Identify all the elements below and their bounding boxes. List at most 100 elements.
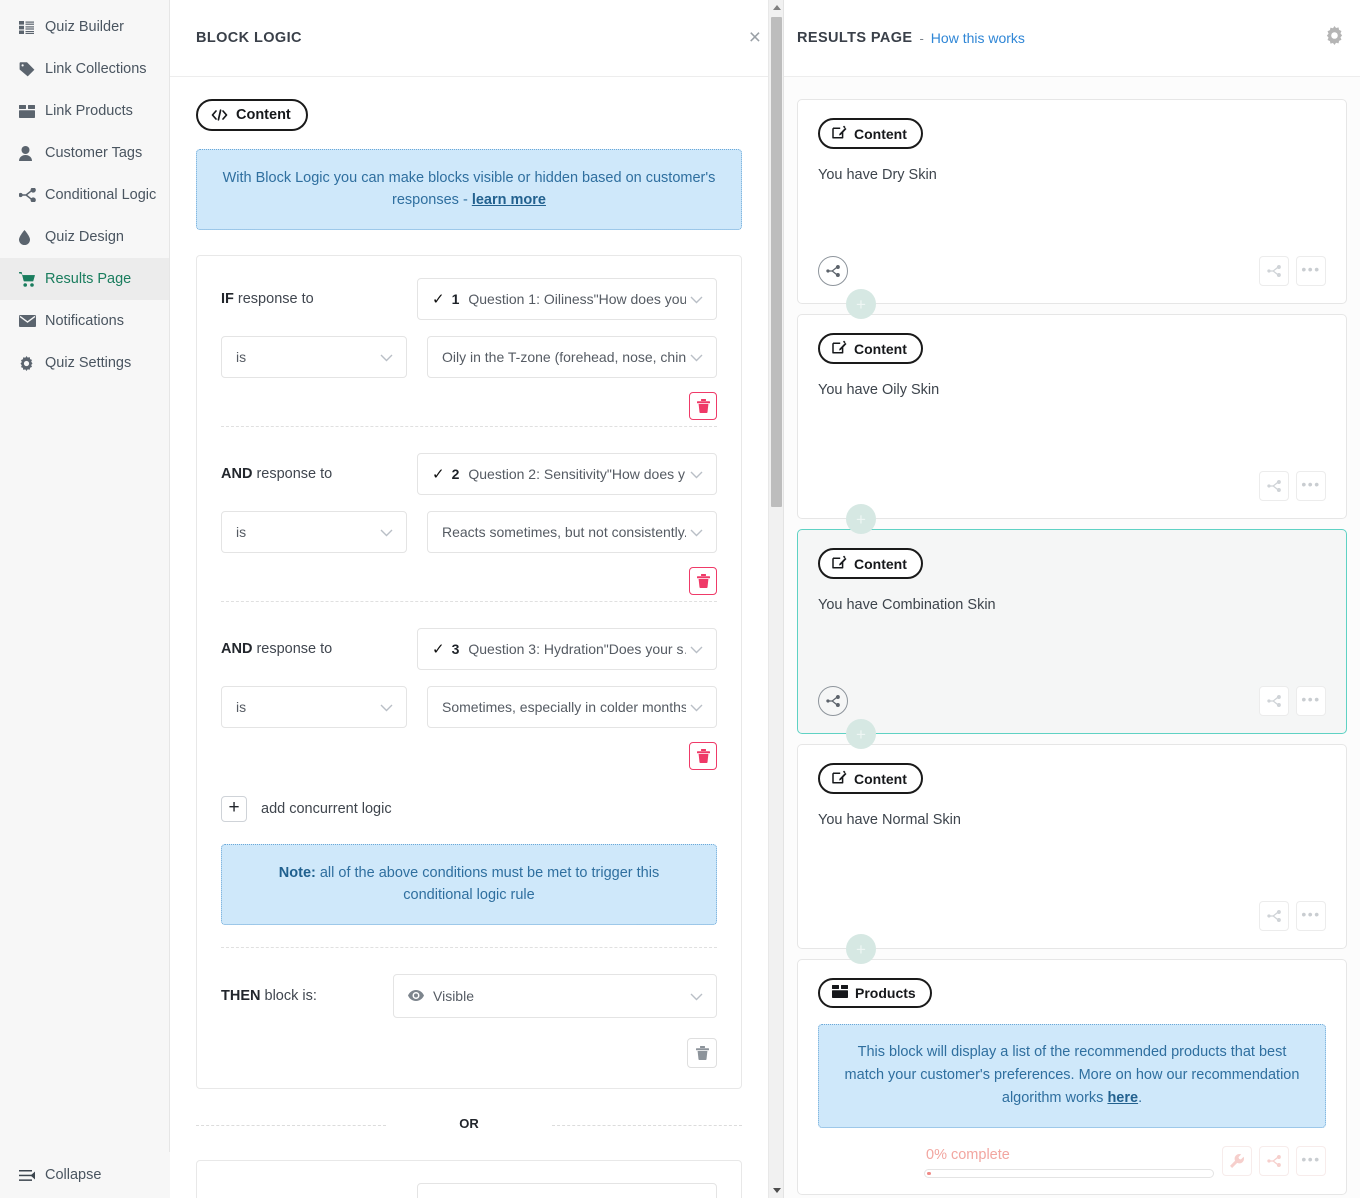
results-block-card[interactable]: Content You have Dry Skin ••• bbox=[797, 99, 1347, 304]
answer-select[interactable]: Reacts sometimes, but not consistently. … bbox=[427, 510, 717, 553]
block-type-pill[interactable]: Content bbox=[818, 333, 923, 364]
condition-keyword-suffix: response to bbox=[233, 290, 314, 307]
results-block-card[interactable]: Content You have Oily Skin ••• bbox=[797, 314, 1347, 519]
scroll-down-button[interactable] bbox=[769, 1183, 784, 1198]
add-block-button[interactable]: + bbox=[846, 504, 876, 534]
results-page-header: RESULTS PAGE - How this works bbox=[784, 0, 1360, 77]
title-dash: - bbox=[919, 30, 924, 46]
gear-icon[interactable] bbox=[1325, 26, 1344, 50]
page-title: RESULTS PAGE bbox=[797, 30, 913, 46]
add-concurrent-logic[interactable]: + add concurrent logic bbox=[221, 795, 717, 822]
block-type-pill[interactable]: Content bbox=[818, 763, 923, 794]
block-logic-button[interactable] bbox=[1259, 256, 1289, 286]
results-blocks-list: Content You have Dry Skin ••• + Content … bbox=[784, 77, 1360, 1195]
add-block-button[interactable]: + bbox=[846, 289, 876, 319]
sidebar-nav: Quiz Builder Link Collections Link Produ… bbox=[0, 0, 169, 384]
block-logic-info-text: With Block Logic you can make blocks vis… bbox=[222, 170, 716, 209]
more-icon: ••• bbox=[1301, 476, 1321, 492]
answer-select[interactable]: Oily in the T-zone (forehead, nose, chin… bbox=[427, 335, 717, 378]
question-select[interactable]: ✓ 2 Question 2: Sensitivity"How does y… bbox=[417, 452, 717, 495]
block-logic-button[interactable] bbox=[1259, 901, 1289, 931]
chevron-down-icon bbox=[690, 524, 706, 540]
or-separator: OR bbox=[196, 1115, 742, 1135]
scrollbar-thumb[interactable] bbox=[771, 17, 782, 507]
how-this-works-link[interactable]: How this works bbox=[931, 30, 1025, 46]
logic-note: Note: all of the above conditions must b… bbox=[221, 843, 717, 925]
chevron-down-icon bbox=[380, 699, 396, 715]
plus-icon[interactable]: + bbox=[221, 795, 247, 822]
add-block-button[interactable]: + bbox=[846, 934, 876, 964]
condition-keyword-suffix: response to bbox=[252, 465, 333, 482]
add-block-button[interactable]: + bbox=[846, 719, 876, 749]
delete-condition-button[interactable] bbox=[689, 391, 717, 420]
collapse-button[interactable]: Collapse bbox=[0, 1152, 170, 1198]
visibility-select[interactable]: Visible bbox=[393, 973, 717, 1018]
then-keyword-word: THEN bbox=[221, 987, 261, 1004]
delete-condition-button[interactable] bbox=[689, 741, 717, 770]
products-logic-button[interactable] bbox=[1259, 1145, 1289, 1176]
operator-select[interactable]: is bbox=[221, 510, 407, 553]
operator-select[interactable]: is bbox=[221, 335, 407, 378]
question-number: 3 bbox=[451, 640, 460, 657]
sidebar-item-label: Quiz Design bbox=[45, 229, 124, 245]
block-logic-badge-icon[interactable] bbox=[818, 686, 848, 716]
block-type-pill[interactable]: Content bbox=[818, 548, 923, 579]
sidebar-item-conditional-logic[interactable]: Conditional Logic bbox=[0, 174, 169, 216]
sidebar-item-customer-tags[interactable]: Customer Tags bbox=[0, 132, 169, 174]
sidebar-item-quiz-design[interactable]: Quiz Design bbox=[0, 216, 169, 258]
chevron-down-icon bbox=[380, 349, 396, 365]
condition-keyword-word: AND bbox=[221, 465, 253, 482]
sidebar-item-link-collections[interactable]: Link Collections bbox=[0, 48, 169, 90]
sidebar-item-label: Conditional Logic bbox=[45, 187, 157, 203]
block-logic-button[interactable] bbox=[1259, 471, 1289, 501]
condition-row: AND response to ✓ 3 Question 3: Hydratio… bbox=[221, 600, 717, 774]
block-more-button[interactable]: ••• bbox=[1296, 471, 1326, 501]
results-block-card-selected[interactable]: Content You have Combination Skin ••• bbox=[797, 529, 1347, 734]
block-actions: ••• bbox=[1259, 686, 1326, 716]
answer-select[interactable]: Sometimes, especially in colder months. … bbox=[427, 685, 717, 728]
sidebar-item-link-products[interactable]: Link Products bbox=[0, 90, 169, 132]
condition-keyword: IF response to bbox=[221, 291, 417, 307]
block-more-button[interactable]: ••• bbox=[1296, 686, 1326, 716]
block-type-pill[interactable]: Products bbox=[818, 978, 932, 1008]
delete-rule-button[interactable] bbox=[687, 1037, 717, 1068]
then-keyword: THEN block is: bbox=[221, 988, 393, 1004]
logic-rule-card: IF response to ✓ 1 Question 1: Oiliness"… bbox=[196, 254, 742, 1089]
products-settings-button[interactable] bbox=[1222, 1145, 1252, 1176]
visibility-select-value: Visible bbox=[433, 987, 474, 1004]
block-logic-badge-icon[interactable] bbox=[818, 256, 848, 286]
sidebar-item-label: Link Collections bbox=[45, 61, 147, 77]
list-icon bbox=[19, 18, 41, 36]
results-block-card[interactable]: Content You have Normal Skin ••• bbox=[797, 744, 1347, 949]
answer-select-value: Reacts sometimes, but not consistently. … bbox=[442, 523, 686, 540]
block-type-pill[interactable]: Content bbox=[818, 118, 923, 149]
block-more-button[interactable]: ••• bbox=[1296, 256, 1326, 286]
block-footer: ••• bbox=[818, 685, 1326, 717]
products-more-button[interactable]: ••• bbox=[1296, 1145, 1326, 1176]
more-icon: ••• bbox=[1301, 691, 1321, 707]
question-select[interactable]: ✓ 3 Question 3: Hydration"Does your s… bbox=[417, 627, 717, 670]
sidebar-item-quiz-settings[interactable]: Quiz Settings bbox=[0, 342, 169, 384]
block-more-button[interactable]: ••• bbox=[1296, 901, 1326, 931]
results-products-block[interactable]: Products This block will display a list … bbox=[797, 959, 1347, 1195]
sidebar-item-notifications[interactable]: Notifications bbox=[0, 300, 169, 342]
learn-more-link[interactable]: learn more bbox=[472, 192, 546, 208]
question-select[interactable]: ✓ 1 Question 1: Oiliness"How does you… bbox=[417, 1182, 717, 1198]
more-icon: ••• bbox=[1301, 1150, 1321, 1167]
operator-select[interactable]: is bbox=[221, 685, 407, 728]
delete-condition-button[interactable] bbox=[689, 566, 717, 595]
sidebar-item-quiz-builder[interactable]: Quiz Builder bbox=[0, 6, 169, 48]
products-info-link[interactable]: here bbox=[1107, 1090, 1138, 1106]
close-icon[interactable]: × bbox=[749, 27, 761, 48]
block-logic-button[interactable] bbox=[1259, 686, 1289, 716]
sidebar-item-results-page[interactable]: Results Page bbox=[0, 258, 169, 300]
block-footer: ••• bbox=[818, 900, 1326, 932]
condition-keyword-word: AND bbox=[221, 640, 253, 657]
scroll-up-button[interactable] bbox=[769, 0, 784, 15]
panel-scrollbar[interactable] bbox=[768, 0, 783, 1198]
box-icon bbox=[19, 102, 41, 120]
condition-keyword-word: IF bbox=[221, 290, 234, 307]
products-info-text: This block will display a list of the re… bbox=[844, 1044, 1300, 1107]
content-type-pill[interactable]: Content bbox=[196, 99, 308, 131]
question-select[interactable]: ✓ 1 Question 1: Oiliness"How does you… bbox=[417, 277, 717, 320]
